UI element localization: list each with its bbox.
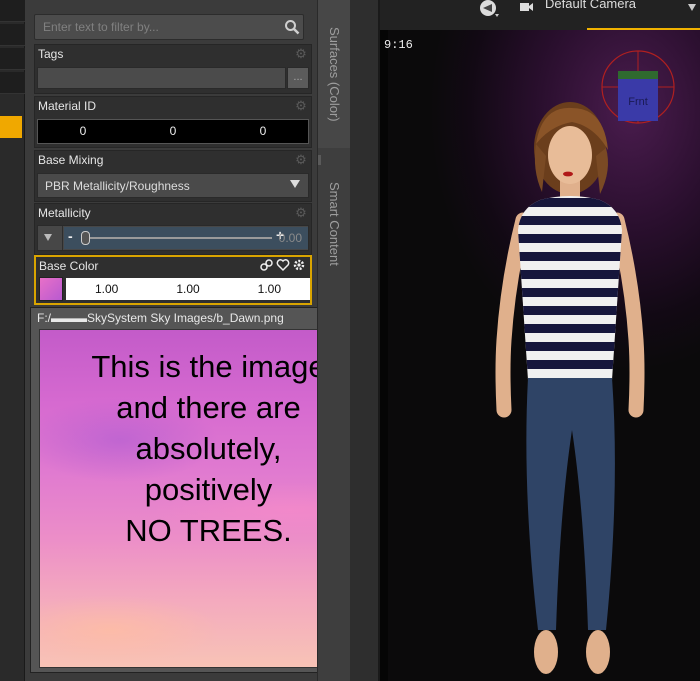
toolbar-cell[interactable] <box>0 48 25 70</box>
aspect-ratio-label: 9:16 <box>384 38 413 52</box>
gear-icon[interactable] <box>292 258 306 272</box>
metallicity-label: Metallicity <box>38 206 91 220</box>
figure-model[interactable] <box>480 70 660 680</box>
gear-icon[interactable]: ⚙ <box>294 47 308 61</box>
base-color-icons <box>260 258 306 272</box>
material-id-g[interactable]: 0 <box>128 120 218 143</box>
metallicity-slider[interactable]: - + 0.00 <box>64 227 308 249</box>
tab-smart-content[interactable]: Smart Content <box>318 162 351 286</box>
tags-browse-button[interactable]: ... <box>287 67 309 89</box>
filter-box <box>34 14 304 40</box>
viewport: Default Camera 9:16 Frnt <box>378 0 700 681</box>
base-mixing-label: Base Mixing <box>38 153 104 167</box>
gear-icon[interactable]: ⚙ <box>294 99 308 113</box>
tags-field[interactable] <box>37 67 286 89</box>
frame-border <box>380 30 388 681</box>
base-color-r[interactable]: 1.00 <box>66 278 147 300</box>
material-id-label: Material ID <box>38 99 97 113</box>
toolbar-cell[interactable] <box>0 0 25 22</box>
toolbar-cell[interactable] <box>0 72 25 94</box>
render-frame[interactable]: 9:16 Frnt <box>380 30 700 681</box>
material-id-r[interactable]: 0 <box>38 120 128 143</box>
video-camera-icon[interactable] <box>520 0 534 12</box>
gear-icon[interactable]: ⚙ <box>294 153 308 167</box>
metallicity-property: Metallicity ⚙ - + 0.00 <box>34 203 312 255</box>
chevron-down-icon[interactable] <box>44 234 52 241</box>
chevron-down-icon <box>290 180 300 188</box>
tab-surfaces[interactable]: Surfaces (Color) <box>318 0 351 148</box>
tags-property: Tags ⚙ ... <box>34 44 312 94</box>
metallicity-value[interactable]: 0.00 <box>279 231 302 245</box>
viewport-header: Default Camera <box>380 0 700 31</box>
material-id-property: Material ID ⚙ 0 0 0 <box>34 96 312 148</box>
pane-tabs: Surfaces (Color) Smart Content <box>317 0 351 681</box>
base-color-property: Base Color 1.00 1.00 1.00 <box>34 255 312 305</box>
divider <box>62 226 63 250</box>
base-color-swatch[interactable] <box>39 277 63 301</box>
image-path: F:/▬▬▬SkySystem Sky Images/b_Dawn.png <box>37 311 284 325</box>
decrement-button[interactable]: - <box>68 228 73 244</box>
left-toolbar-strip <box>0 0 25 681</box>
base-mixing-dropdown[interactable]: PBR Metallicity/Roughness <box>37 173 309 198</box>
panel-gap <box>350 0 378 681</box>
base-color-fields: 1.00 1.00 1.00 <box>66 278 310 300</box>
filter-input[interactable] <box>35 15 285 39</box>
heart-icon[interactable] <box>276 258 290 272</box>
slider-thumb[interactable] <box>81 231 90 245</box>
material-id-fields: 0 0 0 <box>37 119 309 144</box>
slider-track[interactable] <box>86 237 272 239</box>
active-tool-indicator[interactable] <box>0 116 22 138</box>
camera-icon[interactable] <box>478 0 500 20</box>
base-mixing-value: PBR Metallicity/Roughness <box>45 179 190 193</box>
base-color-g[interactable]: 1.00 <box>147 278 228 300</box>
toolbar-cell[interactable] <box>0 24 25 46</box>
tags-label: Tags <box>38 47 64 61</box>
gear-icon[interactable]: ⚙ <box>294 206 308 220</box>
search-icon <box>285 20 300 35</box>
tab-smart-content-label: Smart Content <box>327 182 342 266</box>
metallicity-slider-row: - + 0.00 <box>37 225 309 251</box>
search-button[interactable] <box>281 15 303 39</box>
camera-label[interactable]: Default Camera <box>545 0 636 11</box>
material-id-b[interactable]: 0 <box>218 120 308 143</box>
tab-surfaces-label: Surfaces (Color) <box>327 26 342 122</box>
chevron-down-icon[interactable] <box>688 4 696 11</box>
base-color-label: Base Color <box>39 259 99 273</box>
link-icon[interactable] <box>260 258 274 272</box>
base-color-b[interactable]: 1.00 <box>229 278 310 300</box>
base-mixing-property: Base Mixing ⚙ PBR Metallicity/Roughness <box>34 150 312 202</box>
